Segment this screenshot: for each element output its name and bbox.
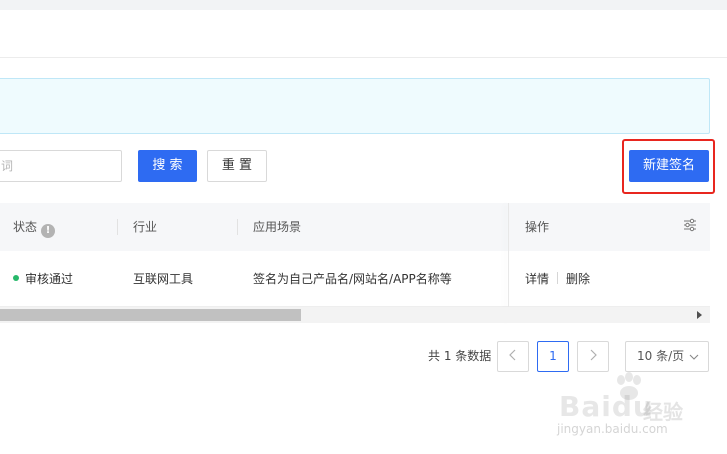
industry-cell: 互联网工具 <box>133 272 194 286</box>
watermark: Baidu 经验 jingyan.baidu.com <box>555 372 715 444</box>
fixed-column-edge <box>508 203 509 323</box>
column-divider <box>237 219 238 235</box>
next-page-button[interactable] <box>577 341 609 372</box>
reset-button[interactable]: 重 置 <box>207 150 267 182</box>
scene-cell: 签名为自己产品名/网站名/APP名称等 <box>253 272 452 286</box>
pagination-total: 共 1 条数据 <box>428 349 492 363</box>
notice-banner <box>0 78 710 134</box>
status-cell: 审核通过 <box>13 251 73 307</box>
keyword-input[interactable]: 词 <box>0 150 122 182</box>
status-text: 审核通过 <box>25 272 74 286</box>
page-size-select[interactable]: 10 条/页 <box>625 341 709 372</box>
status-dot <box>13 275 19 281</box>
column-header-scene: 应用场景 <box>253 220 302 234</box>
info-icon[interactable]: ! <box>41 224 56 238</box>
top-bar <box>0 0 727 10</box>
chevron-left-icon <box>509 349 516 361</box>
horizontal-scrollbar[interactable] <box>0 307 710 323</box>
action-cell: 详情 删除 <box>525 251 590 307</box>
settings-icon[interactable] <box>683 218 697 232</box>
chevron-right-icon <box>590 349 597 361</box>
new-signature-button[interactable]: 新建签名 <box>629 150 709 182</box>
column-divider <box>117 219 118 235</box>
column-header-status: 状态! <box>13 203 56 251</box>
watermark-url: jingyan.baidu.com <box>557 422 668 436</box>
column-header-status-label: 状态 <box>13 220 38 234</box>
action-divider <box>557 272 559 284</box>
detail-link[interactable]: 详情 <box>525 272 549 286</box>
column-header-industry: 行业 <box>133 220 158 234</box>
column-header-action: 操作 <box>525 220 550 234</box>
page-header <box>0 10 727 58</box>
chevron-down-icon <box>689 354 699 360</box>
watermark-cn: 经验 <box>643 400 683 424</box>
page-1-button[interactable]: 1 <box>537 341 569 372</box>
scroll-right-icon[interactable] <box>697 311 702 319</box>
table-row: 审核通过 互联网工具 签名为自己产品名/网站名/APP名称等 详情 删除 <box>0 251 710 307</box>
delete-link[interactable]: 删除 <box>566 272 590 286</box>
scrollbar-thumb[interactable] <box>0 309 301 321</box>
paw-icon <box>617 372 641 400</box>
search-button[interactable]: 搜 索 <box>138 150 197 182</box>
table-header: 状态! 行业 应用场景 操作 <box>0 203 710 251</box>
prev-page-button[interactable] <box>497 341 529 372</box>
page-size-value: 10 条/页 <box>637 349 685 363</box>
